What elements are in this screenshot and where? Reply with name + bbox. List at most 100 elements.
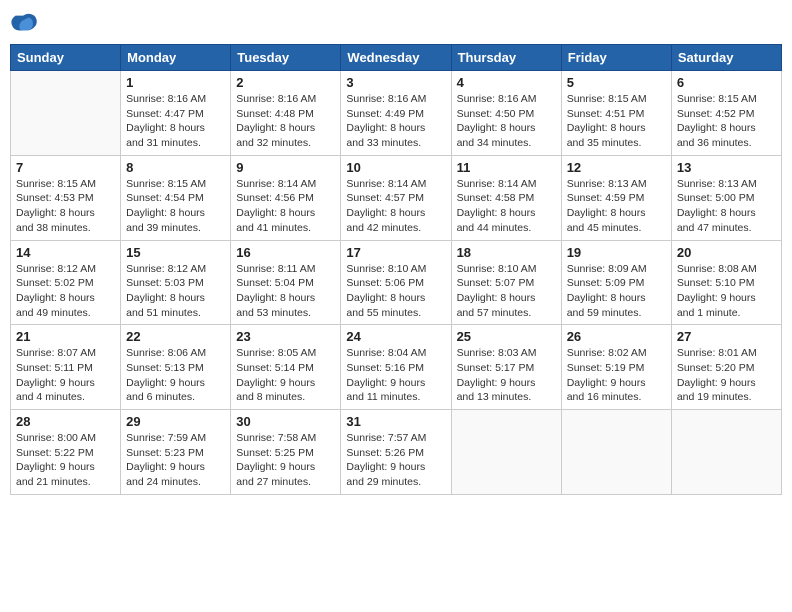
calendar-cell: 16 Sunrise: 8:11 AM Sunset: 5:04 PM Dayli… — [231, 240, 341, 325]
day-number: 18 — [457, 245, 556, 260]
calendar-week-row: 1Sunrise: 8:16 AM Sunset: 4:47 PM Daylig… — [11, 71, 782, 156]
day-info: Sunrise: 7:58 AM Sunset: 5:25 PM Dayligh… — [236, 431, 335, 490]
day-number: 13 — [677, 160, 776, 175]
calendar-cell: 23 Sunrise: 8:05 AM Sunset: 5:14 PM Dayli… — [231, 325, 341, 410]
day-info: Sunrise: 8:15 AM Sunset: 4:52 PM Dayligh… — [677, 92, 776, 151]
calendar-cell: 3 Sunrise: 8:16 AM Sunset: 4:49 PM Daylig… — [341, 71, 451, 156]
day-info: Sunrise: 8:13 AM Sunset: 5:00 PM Dayligh… — [677, 177, 776, 236]
day-number: 22 — [126, 329, 225, 344]
day-info: Sunrise: 8:02 AM Sunset: 5:19 PM Dayligh… — [567, 346, 666, 405]
day-number: 5 — [567, 75, 666, 90]
calendar-week-row: 21 Sunrise: 8:07 AM Sunset: 5:11 PM Dayli… — [11, 325, 782, 410]
calendar-cell: 10 Sunrise: 8:14 AM Sunset: 4:57 PM Dayli… — [341, 155, 451, 240]
day-number: 23 — [236, 329, 335, 344]
calendar-cell: 29 Sunrise: 7:59 AM Sunset: 5:23 PM Dayli… — [121, 410, 231, 495]
day-info: Sunrise: 8:04 AM Sunset: 5:16 PM Dayligh… — [346, 346, 445, 405]
day-info: Sunrise: 8:16 AM Sunset: 4:49 PM Dayligh… — [346, 92, 445, 151]
day-number: 3 — [346, 75, 445, 90]
calendar-cell — [11, 71, 121, 156]
calendar-cell: 30 Sunrise: 7:58 AM Sunset: 5:25 PM Dayli… — [231, 410, 341, 495]
day-info: Sunrise: 8:12 AM Sunset: 5:03 PM Dayligh… — [126, 262, 225, 321]
calendar-cell — [451, 410, 561, 495]
day-info: Sunrise: 8:09 AM Sunset: 5:09 PM Dayligh… — [567, 262, 666, 321]
calendar-cell: 22 Sunrise: 8:06 AM Sunset: 5:13 PM Dayli… — [121, 325, 231, 410]
calendar-cell: 25Sunrise: 8:03 AM Sunset: 5:17 PM Dayli… — [451, 325, 561, 410]
day-info: Sunrise: 8:03 AM Sunset: 5:17 PM Dayligh… — [457, 346, 556, 405]
calendar-cell: 26 Sunrise: 8:02 AM Sunset: 5:19 PM Dayli… — [561, 325, 671, 410]
day-info: Sunrise: 8:00 AM Sunset: 5:22 PM Dayligh… — [16, 431, 115, 490]
day-number: 17 — [346, 245, 445, 260]
day-of-week-header: Friday — [561, 45, 671, 71]
day-number: 26 — [567, 329, 666, 344]
day-info: Sunrise: 8:10 AM Sunset: 5:07 PM Dayligh… — [457, 262, 556, 321]
day-number: 19 — [567, 245, 666, 260]
calendar-cell: 15 Sunrise: 8:12 AM Sunset: 5:03 PM Dayli… — [121, 240, 231, 325]
calendar-cell: 1Sunrise: 8:16 AM Sunset: 4:47 PM Daylig… — [121, 71, 231, 156]
day-number: 11 — [457, 160, 556, 175]
calendar-cell — [561, 410, 671, 495]
calendar-table: SundayMondayTuesdayWednesdayThursdayFrid… — [10, 44, 782, 495]
day-of-week-header: Wednesday — [341, 45, 451, 71]
day-info: Sunrise: 8:15 AM Sunset: 4:53 PM Dayligh… — [16, 177, 115, 236]
calendar-cell: 18 Sunrise: 8:10 AM Sunset: 5:07 PM Dayli… — [451, 240, 561, 325]
day-number: 14 — [16, 245, 115, 260]
day-number: 24 — [346, 329, 445, 344]
day-number: 8 — [126, 160, 225, 175]
day-of-week-header: Thursday — [451, 45, 561, 71]
day-info: Sunrise: 8:14 AM Sunset: 4:57 PM Dayligh… — [346, 177, 445, 236]
day-info: Sunrise: 8:14 AM Sunset: 4:56 PM Dayligh… — [236, 177, 335, 236]
day-number: 1 — [126, 75, 225, 90]
day-number: 27 — [677, 329, 776, 344]
calendar-cell: 17 Sunrise: 8:10 AM Sunset: 5:06 PM Dayli… — [341, 240, 451, 325]
calendar-cell: 14 Sunrise: 8:12 AM Sunset: 5:02 PM Dayli… — [11, 240, 121, 325]
day-info: Sunrise: 8:11 AM Sunset: 5:04 PM Dayligh… — [236, 262, 335, 321]
day-info: Sunrise: 8:01 AM Sunset: 5:20 PM Dayligh… — [677, 346, 776, 405]
logo — [10, 10, 42, 38]
calendar-cell: 7 Sunrise: 8:15 AM Sunset: 4:53 PM Daylig… — [11, 155, 121, 240]
day-info: Sunrise: 8:10 AM Sunset: 5:06 PM Dayligh… — [346, 262, 445, 321]
day-number: 28 — [16, 414, 115, 429]
calendar-cell: 28 Sunrise: 8:00 AM Sunset: 5:22 PM Dayli… — [11, 410, 121, 495]
day-number: 9 — [236, 160, 335, 175]
calendar-cell: 13 Sunrise: 8:13 AM Sunset: 5:00 PM Dayli… — [671, 155, 781, 240]
day-info: Sunrise: 8:07 AM Sunset: 5:11 PM Dayligh… — [16, 346, 115, 405]
day-number: 6 — [677, 75, 776, 90]
day-info: Sunrise: 7:59 AM Sunset: 5:23 PM Dayligh… — [126, 431, 225, 490]
calendar-cell: 31Sunrise: 7:57 AM Sunset: 5:26 PM Dayli… — [341, 410, 451, 495]
day-info: Sunrise: 8:08 AM Sunset: 5:10 PM Dayligh… — [677, 262, 776, 321]
day-info: Sunrise: 7:57 AM Sunset: 5:26 PM Dayligh… — [346, 431, 445, 490]
day-number: 2 — [236, 75, 335, 90]
day-info: Sunrise: 8:06 AM Sunset: 5:13 PM Dayligh… — [126, 346, 225, 405]
calendar-cell — [671, 410, 781, 495]
day-info: Sunrise: 8:15 AM Sunset: 4:51 PM Dayligh… — [567, 92, 666, 151]
day-number: 7 — [16, 160, 115, 175]
calendar-week-row: 14 Sunrise: 8:12 AM Sunset: 5:02 PM Dayli… — [11, 240, 782, 325]
calendar-cell: 12Sunrise: 8:13 AM Sunset: 4:59 PM Dayli… — [561, 155, 671, 240]
day-info: Sunrise: 8:15 AM Sunset: 4:54 PM Dayligh… — [126, 177, 225, 236]
day-number: 20 — [677, 245, 776, 260]
day-number: 30 — [236, 414, 335, 429]
calendar-week-row: 28 Sunrise: 8:00 AM Sunset: 5:22 PM Dayli… — [11, 410, 782, 495]
day-info: Sunrise: 8:12 AM Sunset: 5:02 PM Dayligh… — [16, 262, 115, 321]
day-number: 29 — [126, 414, 225, 429]
calendar-cell: 9 Sunrise: 8:14 AM Sunset: 4:56 PM Daylig… — [231, 155, 341, 240]
calendar-cell: 8 Sunrise: 8:15 AM Sunset: 4:54 PM Daylig… — [121, 155, 231, 240]
day-number: 15 — [126, 245, 225, 260]
day-info: Sunrise: 8:14 AM Sunset: 4:58 PM Dayligh… — [457, 177, 556, 236]
day-of-week-header: Sunday — [11, 45, 121, 71]
calendar-cell: 2Sunrise: 8:16 AM Sunset: 4:48 PM Daylig… — [231, 71, 341, 156]
calendar-cell: 5 Sunrise: 8:15 AM Sunset: 4:51 PM Daylig… — [561, 71, 671, 156]
day-of-week-header: Saturday — [671, 45, 781, 71]
day-info: Sunrise: 8:05 AM Sunset: 5:14 PM Dayligh… — [236, 346, 335, 405]
day-number: 21 — [16, 329, 115, 344]
page-header — [10, 10, 782, 38]
calendar-cell: 27 Sunrise: 8:01 AM Sunset: 5:20 PM Dayli… — [671, 325, 781, 410]
day-info: Sunrise: 8:13 AM Sunset: 4:59 PM Dayligh… — [567, 177, 666, 236]
calendar-cell: 24 Sunrise: 8:04 AM Sunset: 5:16 PM Dayli… — [341, 325, 451, 410]
day-of-week-header: Monday — [121, 45, 231, 71]
day-number: 4 — [457, 75, 556, 90]
day-number: 16 — [236, 245, 335, 260]
calendar-cell: 11 Sunrise: 8:14 AM Sunset: 4:58 PM Dayli… — [451, 155, 561, 240]
day-number: 10 — [346, 160, 445, 175]
calendar-cell: 19 Sunrise: 8:09 AM Sunset: 5:09 PM Dayli… — [561, 240, 671, 325]
